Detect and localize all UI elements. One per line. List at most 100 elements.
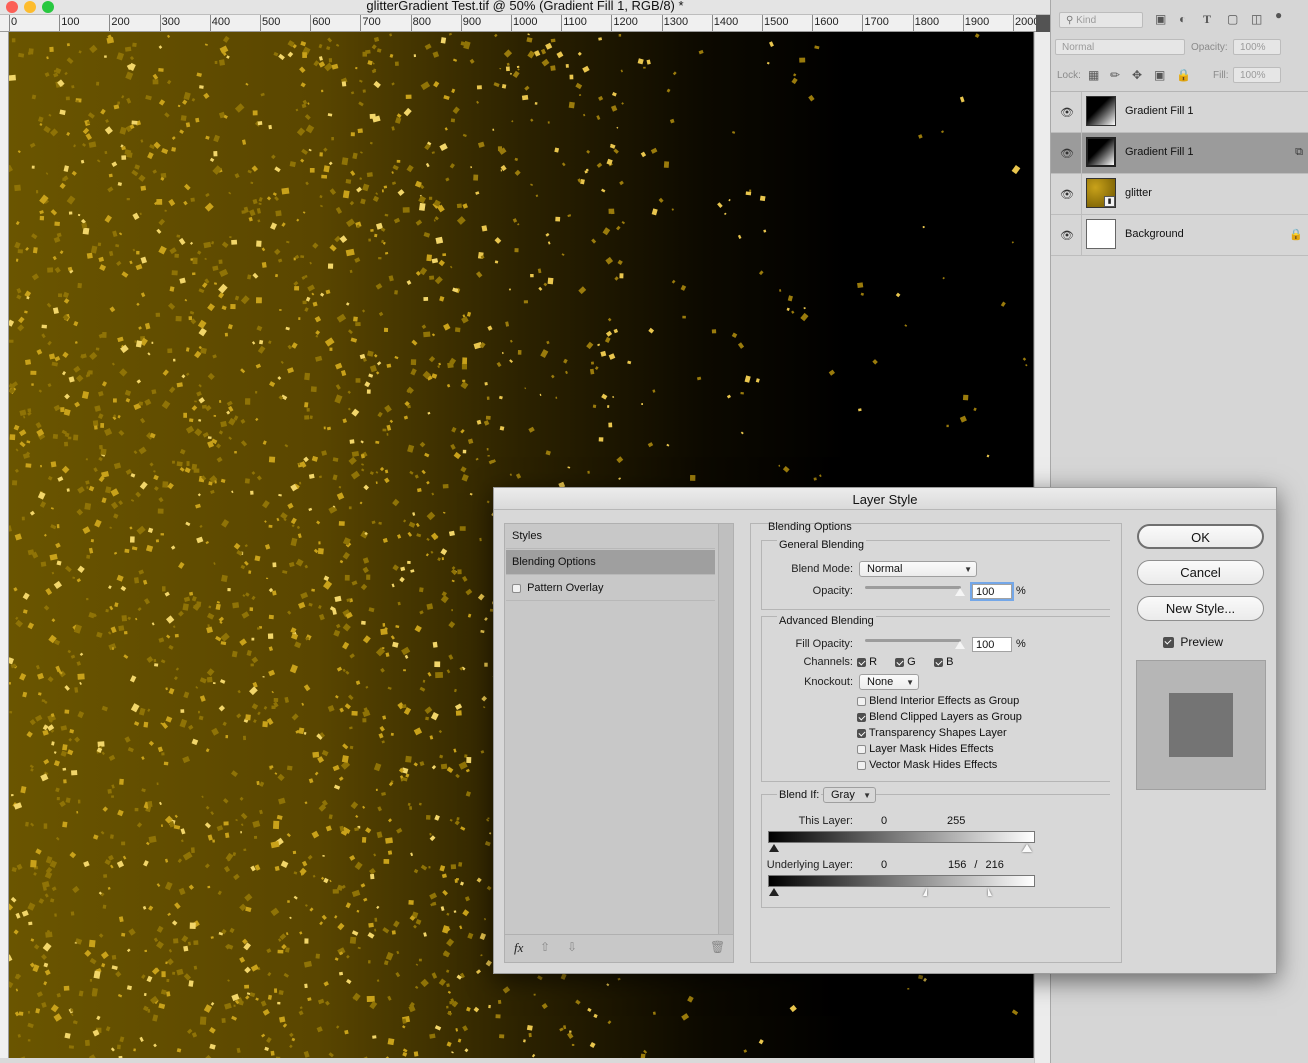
lock-position-icon[interactable]: ✥: [1132, 68, 1142, 82]
trash-icon[interactable]: 🗑: [710, 940, 725, 954]
layer-blend-mode-select[interactable]: Normal: [1055, 39, 1185, 55]
glitter-speck: [374, 917, 378, 922]
glitter-speck: [227, 587, 231, 592]
layer-row-gradient-fill-top[interactable]: 👁 Gradient Fill 1: [1051, 92, 1308, 133]
add-effect-fx-button[interactable]: fx: [514, 940, 523, 956]
layer-opacity-field[interactable]: 100%: [1233, 39, 1281, 55]
lock-all-icon[interactable]: 🔒: [1176, 68, 1191, 82]
blend-interior-effects-option[interactable]: Blend Interior Effects as Group: [857, 695, 1019, 707]
layer-mask-hides-checkbox[interactable]: [857, 744, 866, 754]
fill-opacity-input[interactable]: 100: [972, 637, 1012, 652]
dialog-title-bar[interactable]: Layer Style: [494, 488, 1276, 510]
layer-row-background[interactable]: 👁 Background 🔒: [1051, 215, 1308, 256]
adjustment-layer-filter-icon[interactable]: ◐: [1179, 12, 1186, 26]
glitter-speck: [214, 480, 217, 484]
vertical-ruler[interactable]: [0, 32, 9, 1063]
knockout-select[interactable]: None ▼: [859, 674, 919, 690]
layer-opacity-label: Opacity:: [1191, 42, 1228, 53]
cancel-button[interactable]: Cancel: [1137, 560, 1264, 585]
ok-button[interactable]: OK: [1137, 524, 1264, 549]
ruler-label: 300: [161, 16, 180, 28]
glitter-speck: [9, 339, 14, 343]
vector-mask-hides-option[interactable]: Vector Mask Hides Effects: [857, 759, 997, 771]
layer-row-gradient-fill-selected[interactable]: 👁 Gradient Fill 1 ⧉: [1051, 133, 1308, 174]
underlying-layer-black-slider[interactable]: [769, 888, 779, 896]
visibility-eye-icon[interactable]: 👁: [1060, 229, 1074, 242]
glitter-speck: [857, 282, 864, 289]
blend-mode-value: Normal: [867, 563, 903, 575]
blend-clipped-layers-checkbox[interactable]: [857, 712, 866, 722]
channel-b-option[interactable]: B: [934, 656, 953, 668]
column-divider: [1081, 92, 1082, 132]
glitter-speck: [161, 971, 166, 978]
layer-mask-hides-option[interactable]: Layer Mask Hides Effects: [857, 743, 994, 755]
blend-if-select[interactable]: Gray ▼: [823, 787, 876, 803]
opacity-slider[interactable]: [865, 586, 961, 589]
type-layer-filter-icon[interactable]: T: [1203, 12, 1211, 27]
lock-artboard-icon[interactable]: ▣: [1154, 68, 1165, 82]
glitter-speck: [193, 468, 200, 473]
lock-transparent-pixels-icon[interactable]: ▦: [1088, 68, 1099, 82]
ruler-label: 700: [362, 16, 381, 28]
smart-object-filter-icon[interactable]: ◫: [1251, 12, 1262, 26]
chevron-down-icon: ▼: [906, 678, 914, 687]
pattern-overlay-checkbox[interactable]: [512, 583, 521, 593]
underlying-layer-white-slider-right-half[interactable]: [988, 888, 992, 896]
glitter-speck: [344, 574, 350, 581]
styles-list-item-blending-options[interactable]: Blending Options: [506, 550, 715, 575]
layer-fill-field[interactable]: 100%: [1233, 67, 1281, 83]
styles-list-item-styles[interactable]: Styles: [506, 524, 715, 549]
styles-item-label: Styles: [512, 530, 542, 542]
fill-opacity-slider-thumb[interactable]: [955, 641, 965, 649]
move-effect-up-icon[interactable]: ⇧: [540, 940, 550, 954]
layer-row-glitter[interactable]: 👁 ▮ glitter: [1051, 174, 1308, 215]
glitter-speck: [220, 574, 228, 583]
visibility-eye-icon[interactable]: 👁: [1060, 106, 1074, 119]
glitter-speck: [533, 993, 536, 996]
channel-r-option[interactable]: R: [857, 656, 877, 668]
opacity-input[interactable]: 100: [972, 584, 1012, 599]
blend-clipped-layers-option[interactable]: Blend Clipped Layers as Group: [857, 711, 1022, 723]
filter-toggle-icon[interactable]: ●: [1275, 8, 1282, 22]
channel-r-checkbox[interactable]: [857, 657, 866, 667]
underlying-layer-white-slider-left-half[interactable]: [923, 888, 927, 896]
fill-opacity-slider[interactable]: [865, 639, 961, 642]
this-layer-black-slider[interactable]: [769, 844, 779, 852]
styles-list-item-pattern-overlay[interactable]: Pattern Overlay: [506, 576, 715, 601]
transparency-shapes-checkbox[interactable]: [857, 728, 866, 738]
shape-layer-filter-icon[interactable]: ▢: [1227, 12, 1238, 26]
glitter-speck: [108, 173, 113, 178]
visibility-eye-icon[interactable]: 👁: [1060, 188, 1074, 201]
glitter-speck: [413, 1051, 419, 1057]
glitter-speck: [11, 38, 16, 43]
channel-b-checkbox[interactable]: [934, 657, 943, 667]
layer-filter-kind-select[interactable]: ⚲ Kind: [1059, 12, 1143, 28]
blend-interior-effects-checkbox[interactable]: [857, 696, 866, 706]
glitter-speck: [459, 526, 466, 531]
underlying-layer-split-values: 156 / 216: [948, 859, 1004, 871]
lock-image-pixels-icon[interactable]: ✏: [1110, 68, 1120, 82]
pixel-layer-filter-icon[interactable]: ▣: [1155, 12, 1166, 26]
transparency-shapes-option[interactable]: Transparency Shapes Layer: [857, 727, 1007, 739]
opacity-slider-thumb[interactable]: [955, 588, 965, 596]
glitter-speck: [425, 716, 430, 721]
visibility-eye-icon[interactable]: 👁: [1060, 147, 1074, 160]
blend-mode-select[interactable]: Normal ▼: [859, 561, 977, 577]
styles-list-scrollbar[interactable]: [718, 524, 733, 934]
this-layer-gradient-bar: [768, 831, 1035, 843]
glitter-speck: [233, 1004, 236, 1007]
new-style-button[interactable]: New Style...: [1137, 596, 1264, 621]
glitter-speck: [641, 403, 643, 406]
preview-checkbox[interactable]: [1163, 637, 1174, 649]
horizontal-ruler[interactable]: 0 100 200 300 400 500 600 700 800 900 1000 1100 1200…: [0, 15, 1036, 32]
ruler-tick: [812, 15, 814, 31]
preview-option[interactable]: Preview: [1163, 635, 1223, 649]
channel-g-checkbox[interactable]: [895, 657, 904, 667]
vector-mask-hides-checkbox[interactable]: [857, 760, 866, 770]
glitter-speck: [117, 101, 120, 105]
this-layer-white-slider[interactable]: [1022, 844, 1032, 852]
move-effect-down-icon[interactable]: ⇩: [567, 940, 577, 954]
channel-g-option[interactable]: G: [895, 656, 916, 668]
glitter-speck: [175, 315, 182, 322]
glitter-speck: [161, 752, 165, 756]
